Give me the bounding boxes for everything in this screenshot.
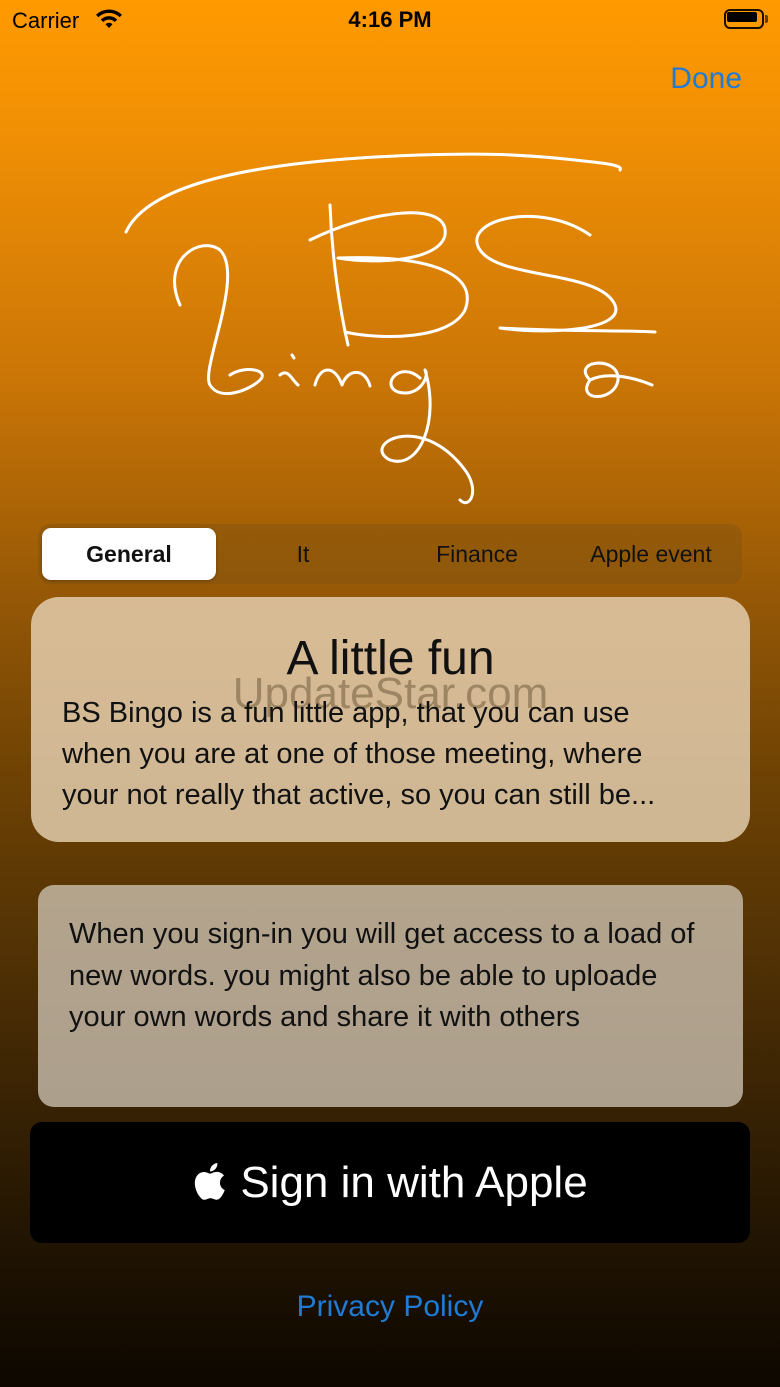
segment-finance[interactable]: Finance — [390, 528, 564, 580]
battery-icon — [724, 9, 768, 29]
sign-in-with-apple-button[interactable]: Sign in with Apple — [30, 1122, 750, 1243]
segment-it[interactable]: It — [216, 528, 390, 580]
card-body-line: your not really that active, so you can … — [62, 779, 656, 811]
category-segmented-control: General It Finance Apple event — [38, 524, 742, 584]
card-body-line: when you are at one of those meeting, wh… — [62, 738, 643, 770]
segment-general[interactable]: General — [42, 528, 216, 580]
status-bar: Carrier 4:16 PM — [0, 0, 780, 40]
bs-bingo-logo — [124, 152, 657, 504]
segment-apple-event[interactable]: Apple event — [564, 528, 738, 580]
done-button[interactable]: Done — [670, 62, 742, 96]
apple-button-label: Sign in with Apple — [240, 1157, 588, 1207]
clock: 4:16 PM — [348, 7, 432, 32]
privacy-policy-link[interactable]: Privacy Policy — [0, 1290, 780, 1324]
apple-logo-icon — [195, 1162, 226, 1200]
signin-info-box: When you sign-in you will get access to … — [38, 885, 743, 1107]
card-body: BS Bingo is a fun little app, that you c… — [62, 693, 732, 816]
sign-in-screen: Carrier 4:16 PM Done General It Finance … — [0, 0, 780, 1387]
card-title: A little fun — [286, 632, 495, 685]
signin-info-text: When you sign-in you will get access to … — [69, 918, 695, 1033]
info-card: A little fun UpdateStar.com BS Bingo is … — [31, 597, 750, 842]
card-body-line: BS Bingo is a fun little app, that you c… — [62, 697, 630, 729]
